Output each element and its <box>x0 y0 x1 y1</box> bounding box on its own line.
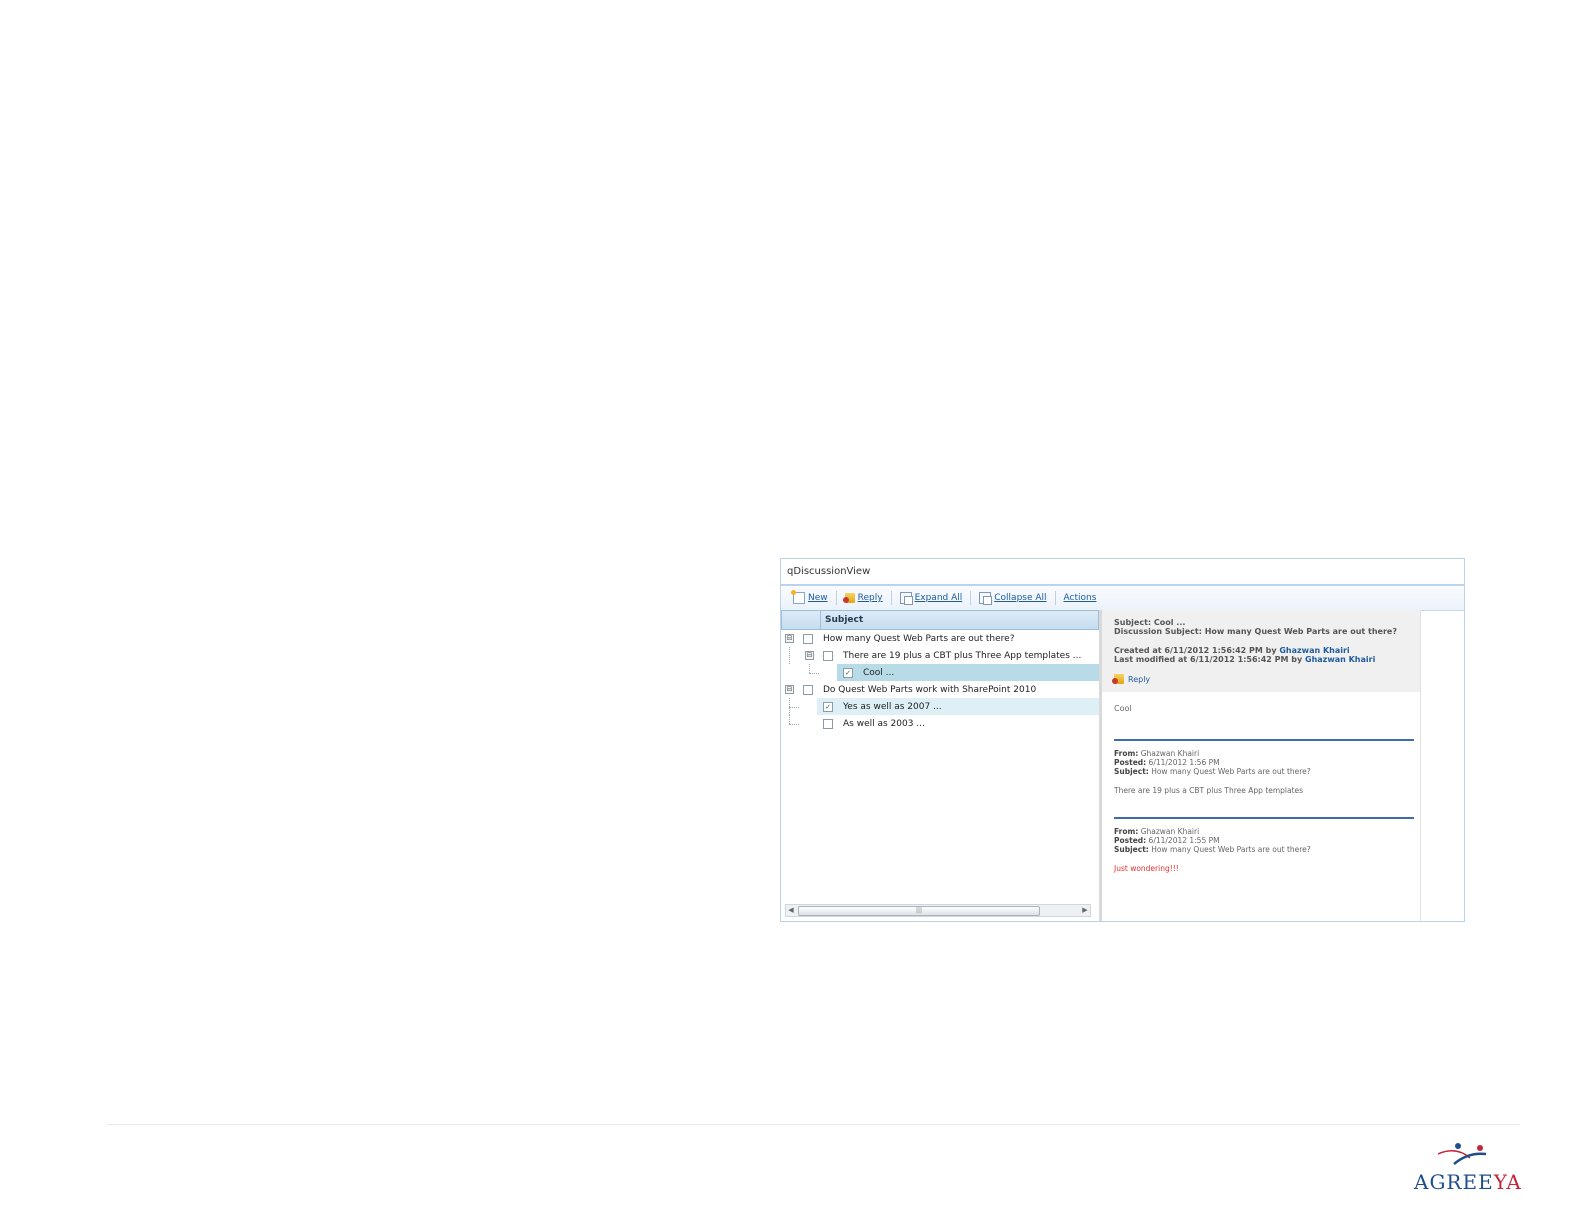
tree-header: Subject <box>781 610 1099 630</box>
tree-row-highlighted[interactable]: ✓ Yes as well as 2007 ... <box>789 698 1099 715</box>
agreeya-logo: AGREEYA <box>1414 1140 1534 1200</box>
row-subject[interactable]: Cool ... <box>863 668 894 678</box>
discussion-tree: Subject ⊟ How many Quest Web Parts are o… <box>781 610 1102 921</box>
collapse-node-icon[interactable]: ⊟ <box>785 634 794 643</box>
reply-icon <box>1112 674 1124 684</box>
detail-body: Cool <box>1114 704 1132 713</box>
detail-pane: Subject: Cool ... Discussion Subject: Ho… <box>1102 610 1464 921</box>
detail-reply-link[interactable]: Reply <box>1112 674 1414 684</box>
collapse-all-label: Collapse All <box>994 593 1047 603</box>
detail-created: Created at 6/11/2012 1:56:42 PM by Ghazw… <box>1114 646 1414 655</box>
subject-column-header[interactable]: Subject <box>821 615 863 625</box>
row-checkbox[interactable] <box>823 651 833 661</box>
created-author-link[interactable]: Ghazwan Khairi <box>1279 646 1349 655</box>
row-subject[interactable]: How many Quest Web Parts are out there? <box>823 634 1014 644</box>
reply-icon <box>842 593 855 603</box>
row-subject[interactable]: As well as 2003 ... <box>843 719 925 729</box>
tree-connector <box>789 724 799 725</box>
row-subject[interactable]: Yes as well as 2007 ... <box>843 702 942 712</box>
thread-message: From: Ghazwan Khairi Posted: 6/11/2012 1… <box>1114 817 1414 873</box>
message-body: Just wondering!!! <box>1114 864 1179 873</box>
detail-reply-label: Reply <box>1128 674 1151 684</box>
tree-row[interactable]: ⊟ There are 19 plus a CBT plus Three App… <box>781 647 1099 664</box>
collapse-all-button[interactable]: Collapse All <box>971 592 1054 605</box>
tree-connector <box>789 647 790 664</box>
detail-header: Subject: Cool ... Discussion Subject: Ho… <box>1102 610 1420 692</box>
actions-menu[interactable]: Actions <box>1056 593 1105 603</box>
modified-text: Last modified at 6/11/2012 1:56:42 PM by <box>1114 655 1305 664</box>
expand-all-button[interactable]: Expand All <box>892 592 971 605</box>
thread-message: From: Ghazwan Khairi Posted: 6/11/2012 1… <box>1114 739 1414 795</box>
logo-wordmark: AGREEYA <box>1414 1170 1522 1194</box>
message-from: From: Ghazwan Khairi <box>1114 827 1200 836</box>
message-posted: Posted: 6/11/2012 1:55 PM <box>1114 836 1220 845</box>
tree-row[interactable]: As well as 2003 ... <box>789 715 1099 732</box>
discussion-webpart: qDiscussionView New Reply Expand All Col… <box>780 558 1465 922</box>
message-subject: Subject: How many Quest Web Parts are ou… <box>1114 767 1311 776</box>
created-text: Created at 6/11/2012 1:56:42 PM by <box>1114 646 1280 655</box>
new-item-icon <box>791 590 805 604</box>
message-from: From: Ghazwan Khairi <box>1114 749 1200 758</box>
scroll-left-icon[interactable]: ◀ <box>786 905 796 916</box>
webpart-title: qDiscussionView <box>781 559 1464 586</box>
tree-row-selected[interactable]: ✓ Cool ... <box>809 664 1099 681</box>
collapse-node-icon[interactable]: ⊟ <box>785 685 794 694</box>
detail-content: Subject: Cool ... Discussion Subject: Ho… <box>1102 610 1421 921</box>
actions-label: Actions <box>1063 593 1097 603</box>
detail-modified: Last modified at 6/11/2012 1:56:42 PM by… <box>1114 655 1414 664</box>
message-body: There are 19 plus a CBT plus Three App t… <box>1114 786 1304 795</box>
tree-connector <box>789 715 790 724</box>
detail-subject: Subject: Cool ... <box>1114 618 1186 627</box>
expand-all-icon <box>899 592 913 605</box>
reply-button-label: Reply <box>857 593 883 603</box>
toolbar: New Reply Expand All Collapse All Action… <box>781 586 1464 611</box>
tree-row[interactable]: ⊟ How many Quest Web Parts are out there… <box>781 630 1099 647</box>
row-checkbox[interactable] <box>823 719 833 729</box>
detail-discussion-subject: Discussion Subject: How many Quest Web P… <box>1114 627 1397 636</box>
message-posted: Posted: 6/11/2012 1:56 PM <box>1114 758 1220 767</box>
logo-figures-icon <box>1437 1143 1487 1165</box>
expand-all-label: Expand All <box>914 593 963 603</box>
tree-header-spacer <box>782 611 821 629</box>
reply-button[interactable]: Reply <box>837 593 891 603</box>
horizontal-scrollbar[interactable]: ◀ ||| ▶ <box>785 904 1091 917</box>
tree-connector <box>809 664 810 673</box>
new-button[interactable]: New <box>785 590 836 604</box>
collapse-node-icon[interactable]: ⊟ <box>805 651 814 660</box>
row-subject[interactable]: Do Quest Web Parts work with SharePoint … <box>823 685 1036 695</box>
tree-connector <box>789 707 799 708</box>
new-button-label: New <box>808 593 828 603</box>
scroll-right-icon[interactable]: ▶ <box>1080 905 1090 916</box>
modified-author-link[interactable]: Ghazwan Khairi <box>1305 655 1375 664</box>
footer-divider <box>107 1124 1520 1125</box>
tree-row[interactable]: ⊟ Do Quest Web Parts work with SharePoin… <box>781 681 1099 698</box>
row-checkbox[interactable] <box>803 685 813 695</box>
scroll-thumb[interactable]: ||| <box>798 906 1040 916</box>
tree-connector <box>809 673 819 674</box>
row-checkbox-checked[interactable]: ✓ <box>823 702 833 712</box>
collapse-all-icon <box>979 592 993 605</box>
row-subject[interactable]: There are 19 plus a CBT plus Three App t… <box>843 651 1081 661</box>
message-subject: Subject: How many Quest Web Parts are ou… <box>1114 845 1311 854</box>
row-checkbox-checked[interactable]: ✓ <box>843 668 853 678</box>
row-checkbox[interactable] <box>803 634 813 644</box>
